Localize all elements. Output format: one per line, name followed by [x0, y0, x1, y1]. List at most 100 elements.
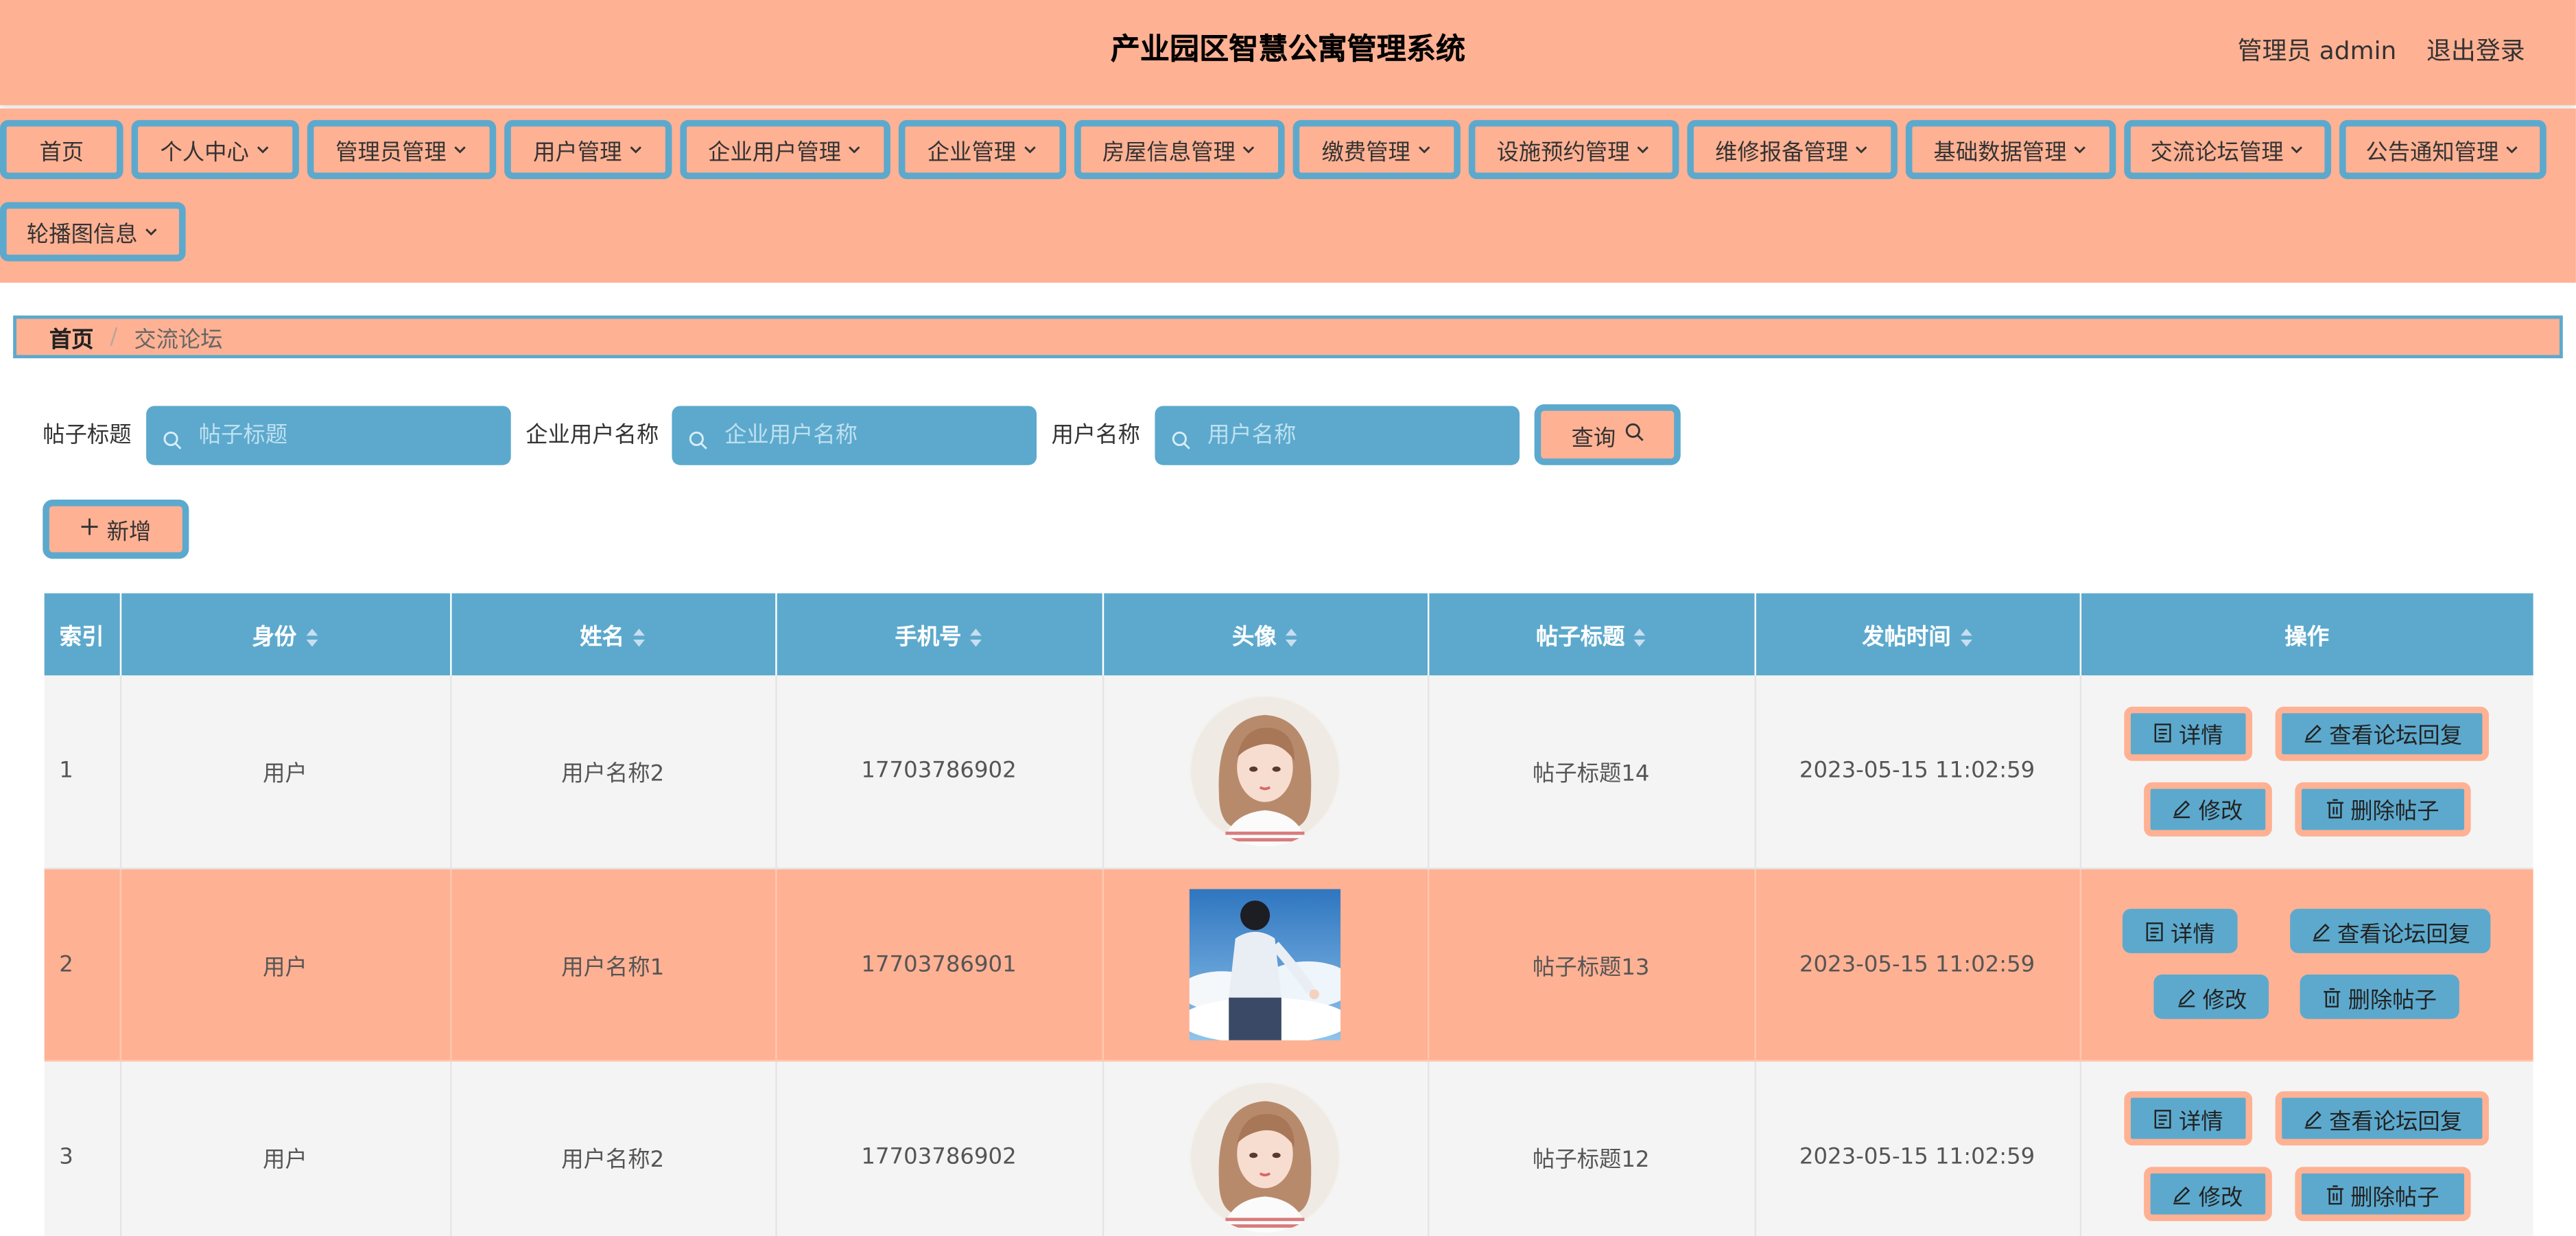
chevron-down-icon [1021, 141, 1037, 158]
user-name-search-field [1155, 406, 1520, 465]
plus-icon [80, 516, 98, 542]
breadcrumb: 首页 / 交流论坛 [13, 315, 2563, 359]
cell-post-time: 2023-05-15 11:02:59 [1754, 867, 2081, 1061]
chevron-down-icon [2072, 141, 2088, 158]
detail-button[interactable]: 详情 [2123, 909, 2238, 953]
document-icon [2155, 1108, 2172, 1128]
edit-button[interactable]: 修改 [2143, 782, 2272, 837]
nav-item-enterprise-user-management[interactable]: 企业用户管理 [680, 119, 890, 180]
post-title-label: 帖子标题 [43, 422, 132, 449]
search-icon [1171, 425, 1191, 450]
cell-identity: 用户 [119, 867, 451, 1061]
boy-sky-avatar-image [1189, 888, 1341, 1040]
chevron-down-icon [254, 141, 270, 158]
edit-icon [2173, 800, 2190, 819]
cell-phone: 17703786902 [775, 1060, 1104, 1236]
cell-post-time: 2023-05-15 11:02:59 [1754, 675, 2081, 869]
girl-avatar-image [1189, 1080, 1341, 1232]
nav-item-payment-management[interactable]: 缴费管理 [1292, 119, 1461, 180]
chevron-down-icon [846, 141, 862, 158]
document-icon [2155, 723, 2172, 743]
document-icon [2147, 921, 2164, 941]
forum-table: 索引 身份 姓名 手机号 头像 帖子标题 发帖时间 操作 1 用户 用户名称2 … [44, 593, 2533, 1236]
logout-link[interactable]: 退出登录 [2426, 34, 2525, 67]
view-forum-reply-button[interactable]: 查看论坛回复 [2276, 1091, 2490, 1146]
cell-index: 3 [44, 1060, 121, 1236]
column-header-name[interactable]: 姓名 [450, 593, 777, 676]
delete-post-button[interactable]: 删除帖子 [2294, 782, 2471, 837]
view-forum-reply-button[interactable]: 查看论坛回复 [2290, 909, 2491, 953]
nav-item-home[interactable]: 首页 [0, 119, 123, 180]
cell-phone: 17703786902 [775, 675, 1104, 869]
view-forum-reply-button[interactable]: 查看论坛回复 [2276, 706, 2490, 761]
nav-item-announcement-management[interactable]: 公告通知管理 [2339, 119, 2547, 180]
admin-user-label: 管理员 admin [2237, 36, 2397, 66]
cell-index: 1 [44, 675, 121, 869]
detail-button[interactable]: 详情 [2124, 706, 2253, 761]
user-name-input[interactable] [1204, 421, 1506, 451]
add-button[interactable]: 新增 [43, 499, 189, 559]
chevron-down-icon [1415, 141, 1432, 158]
cell-post-title: 帖子标题13 [1427, 867, 1756, 1061]
sort-icon [1959, 628, 1972, 647]
nav-item-forum-management[interactable]: 交流论坛管理 [2124, 119, 2332, 180]
sort-icon [1633, 628, 1646, 647]
cell-phone: 17703786901 [775, 867, 1104, 1061]
chevron-down-icon [2504, 141, 2520, 158]
cell-index: 2 [44, 867, 121, 1061]
chevron-down-icon [2289, 141, 2305, 158]
enterprise-user-name-label: 企业用户名称 [525, 422, 659, 449]
cell-name: 用户名称2 [450, 675, 777, 869]
column-header-avatar[interactable]: 头像 [1102, 593, 1429, 676]
nav-item-housing-info-management[interactable]: 房屋信息管理 [1074, 119, 1285, 180]
nav-item-enterprise-management[interactable]: 企业管理 [898, 119, 1067, 180]
edit-icon [2177, 988, 2195, 1007]
cell-actions: 详情 查看论坛回复 修改 删除帖子 [2079, 867, 2533, 1061]
post-title-search-field [146, 406, 511, 465]
nav-item-repair-report-management[interactable]: 维修报备管理 [1687, 119, 1898, 180]
nav-item-user-management[interactable]: 用户管理 [504, 119, 672, 180]
delete-post-button[interactable]: 删除帖子 [2300, 975, 2460, 1019]
query-button[interactable]: 查询 [1534, 404, 1681, 465]
main-nav: 首页 个人中心 管理员管理 用户管理 企业用户管理 企业管理 房屋信息管理 缴费… [0, 108, 2576, 283]
sort-icon [633, 628, 645, 647]
chevron-down-icon [1853, 141, 1869, 158]
cell-avatar [1102, 867, 1429, 1061]
cell-actions: 详情 查看论坛回复 修改 删除帖子 [2079, 1060, 2533, 1236]
delete-post-button[interactable]: 删除帖子 [2294, 1167, 2471, 1222]
chevron-down-icon [143, 224, 159, 240]
chevron-down-icon [1635, 141, 1651, 158]
search-icon [163, 425, 182, 450]
detail-button[interactable]: 详情 [2124, 1091, 2253, 1146]
column-header-post-time[interactable]: 发帖时间 [1754, 593, 2081, 676]
column-header-phone[interactable]: 手机号 [775, 593, 1104, 676]
trash-icon [2326, 800, 2343, 819]
trash-icon [2324, 987, 2341, 1007]
cell-avatar [1102, 675, 1429, 869]
sort-icon [970, 628, 982, 647]
column-header-index: 索引 [44, 593, 121, 676]
top-header: 产业园区智慧公寓管理系统 管理员 admin 退出登录 [0, 0, 2576, 106]
edit-button[interactable]: 修改 [2154, 975, 2269, 1019]
edit-button[interactable]: 修改 [2143, 1167, 2272, 1222]
column-header-identity[interactable]: 身份 [119, 593, 451, 676]
cell-actions: 详情 查看论坛回复 修改 删除帖子 [2079, 675, 2533, 869]
edit-icon [2173, 1185, 2190, 1204]
nav-item-basic-data-management[interactable]: 基础数据管理 [1905, 119, 2116, 180]
post-title-input[interactable] [195, 421, 498, 451]
nav-item-carousel-info[interactable]: 轮播图信息 [0, 202, 186, 261]
edit-icon [2304, 1110, 2321, 1128]
nav-item-admin-management[interactable]: 管理员管理 [307, 119, 497, 180]
column-header-post-title[interactable]: 帖子标题 [1427, 593, 1756, 676]
table-header-row: 索引 身份 姓名 手机号 头像 帖子标题 发帖时间 操作 [44, 593, 2533, 676]
table-row: 2 用户 用户名称1 17703786901 帖子标题13 2023-05-15… [44, 867, 2533, 1061]
cell-avatar [1102, 1060, 1429, 1236]
breadcrumb-home[interactable]: 首页 [49, 320, 94, 353]
enterprise-user-name-search-field [672, 406, 1037, 465]
enterprise-user-name-input[interactable] [721, 421, 1024, 451]
nav-item-facility-booking-management[interactable]: 设施预约管理 [1468, 119, 1679, 180]
column-header-actions: 操作 [2079, 593, 2533, 676]
breadcrumb-current: 交流论坛 [134, 327, 223, 353]
trash-icon [2326, 1185, 2343, 1204]
nav-item-personal-center[interactable]: 个人中心 [131, 119, 299, 180]
